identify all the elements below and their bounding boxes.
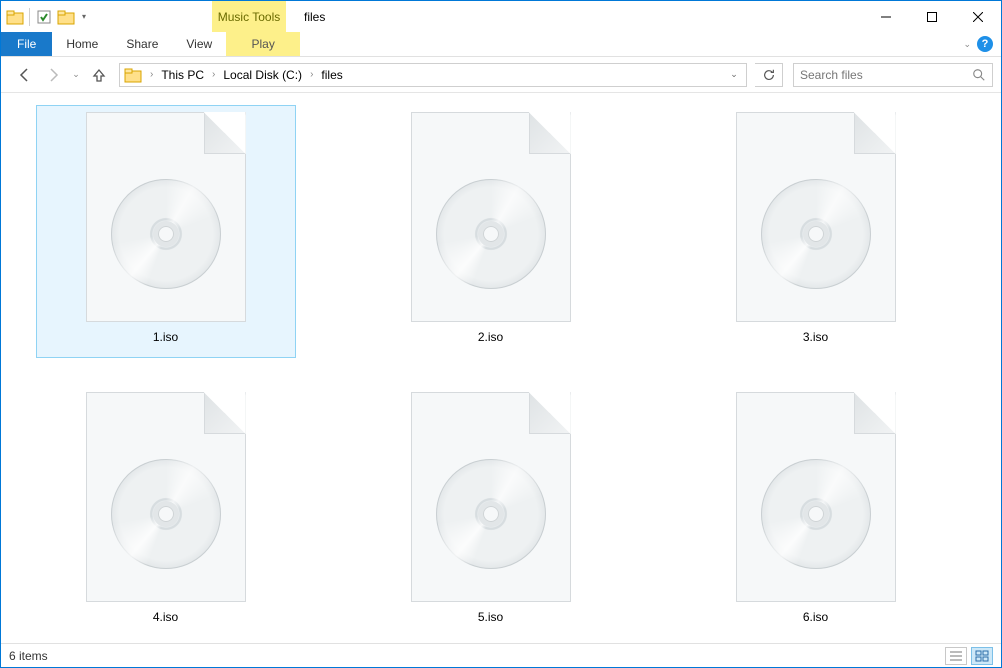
file-name-label: 3.iso [803,330,828,344]
window-title: files [286,1,863,32]
iso-file-icon [411,392,571,602]
item-count: 6 items [9,649,48,663]
details-view-button[interactable] [945,647,967,665]
iso-file-icon [736,112,896,322]
forward-button[interactable] [41,63,65,87]
explorer-window: ▾ Music Tools files File Home Share View… [0,0,1002,668]
qat-customize-caret-icon[interactable]: ▾ [78,12,90,21]
breadcrumb-drive[interactable]: Local Disk (C:) [221,68,304,82]
up-button[interactable] [87,63,111,87]
folder-icon [5,7,25,27]
new-folder-icon[interactable] [56,7,76,27]
iso-file-icon [736,392,896,602]
large-icons-view-button[interactable] [971,647,993,665]
file-name-label: 6.iso [803,610,828,624]
file-item[interactable]: 3.iso [653,105,978,385]
navigation-bar: ⌄ › This PC › Local Disk (C:) › files ⌄ [1,57,1001,93]
tab-play[interactable]: Play [226,32,300,56]
properties-icon[interactable] [34,7,54,27]
folder-icon [122,64,144,86]
chevron-right-icon[interactable]: › [144,69,159,80]
contextual-tab-header: Music Tools [212,1,286,32]
tab-home[interactable]: Home [52,32,112,56]
status-bar: 6 items [1,643,1001,667]
title-bar: ▾ Music Tools files [1,1,1001,32]
address-bar[interactable]: › This PC › Local Disk (C:) › files ⌄ [119,63,747,87]
file-item[interactable]: 6.iso [653,385,978,643]
breadcrumb-folder[interactable]: files [319,68,344,82]
iso-file-icon [86,112,246,322]
ribbon-tabs: File Home Share View Play ⌄ ? [1,32,1001,57]
tab-file[interactable]: File [1,32,52,56]
ribbon-collapse-caret-icon[interactable]: ⌄ [963,39,971,50]
chevron-right-icon[interactable]: › [206,69,221,80]
close-button[interactable] [955,1,1001,32]
minimize-button[interactable] [863,1,909,32]
file-item[interactable]: 1.iso [3,105,328,385]
file-item[interactable]: 5.iso [328,385,653,643]
breadcrumb-this-pc[interactable]: This PC [159,68,206,82]
tab-share[interactable]: Share [112,32,172,56]
file-name-label: 2.iso [478,330,503,344]
recent-locations-caret-icon[interactable]: ⌄ [69,63,83,87]
file-view[interactable]: 1.iso 2.iso 3.iso 4.iso 5.iso 6.iso [1,93,1001,643]
quick-access-toolbar: ▾ [1,1,92,32]
file-name-label: 5.iso [478,610,503,624]
qat-separator [29,8,30,26]
iso-file-icon [411,112,571,322]
file-name-label: 1.iso [153,330,178,344]
tab-view[interactable]: View [172,32,226,56]
search-box[interactable] [793,63,993,87]
iso-file-icon [86,392,246,602]
address-history-caret-icon[interactable]: ⌄ [724,69,744,80]
back-button[interactable] [13,63,37,87]
maximize-button[interactable] [909,1,955,32]
search-input[interactable] [800,68,972,82]
help-icon[interactable]: ? [977,36,993,52]
refresh-button[interactable] [755,63,783,87]
file-item[interactable]: 4.iso [3,385,328,643]
file-name-label: 4.iso [153,610,178,624]
window-controls [863,1,1001,32]
chevron-right-icon[interactable]: › [304,69,319,80]
file-item[interactable]: 2.iso [328,105,653,385]
search-icon[interactable] [972,68,986,82]
